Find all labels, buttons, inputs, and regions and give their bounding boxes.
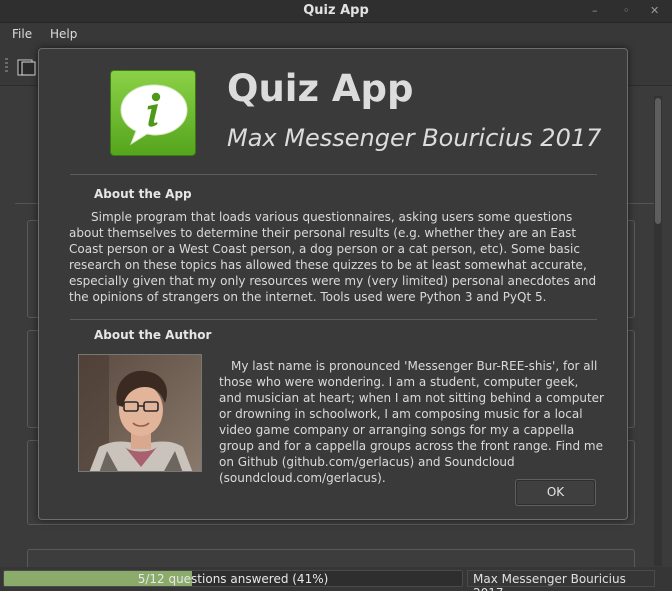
menu-bar: File Help	[0, 23, 672, 48]
author-photo	[78, 354, 202, 472]
about-author-text: My last name is pronounced 'Messenger Bu…	[219, 359, 604, 485]
progress-bar: 5/12 questions answered (41%)	[3, 570, 463, 587]
scrollbar-thumb[interactable]	[655, 98, 661, 224]
about-app-heading: About the App	[94, 187, 192, 201]
ok-button[interactable]: OK	[515, 479, 596, 506]
menu-file-label: File	[12, 27, 33, 41]
minimize-icon[interactable]: –	[592, 4, 598, 18]
menu-file[interactable]: File	[12, 27, 32, 41]
window-title: Quiz App	[303, 3, 369, 18]
divider	[70, 174, 597, 175]
folder-icon[interactable]	[17, 57, 37, 77]
info-speech-bubble-icon	[110, 70, 196, 156]
divider	[70, 319, 597, 320]
dialog-app-name: Quiz App	[227, 67, 414, 110]
about-author-heading: About the Author	[94, 328, 212, 342]
menu-help-label: Help	[50, 27, 78, 41]
toolbar-grip[interactable]	[5, 58, 8, 74]
title-bar: Quiz App – ◦ ✕	[0, 0, 672, 23]
about-dialog: Quiz App Max Messenger Bouricius 2017 Ab…	[38, 48, 628, 520]
dialog-subtitle: Max Messenger Bouricius 2017	[227, 124, 602, 152]
close-icon[interactable]: ✕	[650, 4, 659, 18]
maximize-icon[interactable]: ◦	[623, 4, 630, 18]
status-bar: 5/12 questions answered (41%) Max Messen…	[0, 567, 672, 591]
about-app-text: Simple program that loads various questi…	[69, 210, 597, 304]
progress-text: 5/12 questions answered (41%)	[137, 572, 329, 586]
status-author: Max Messenger Bouricius 2017	[467, 570, 655, 591]
menu-help[interactable]: Help	[50, 27, 77, 41]
